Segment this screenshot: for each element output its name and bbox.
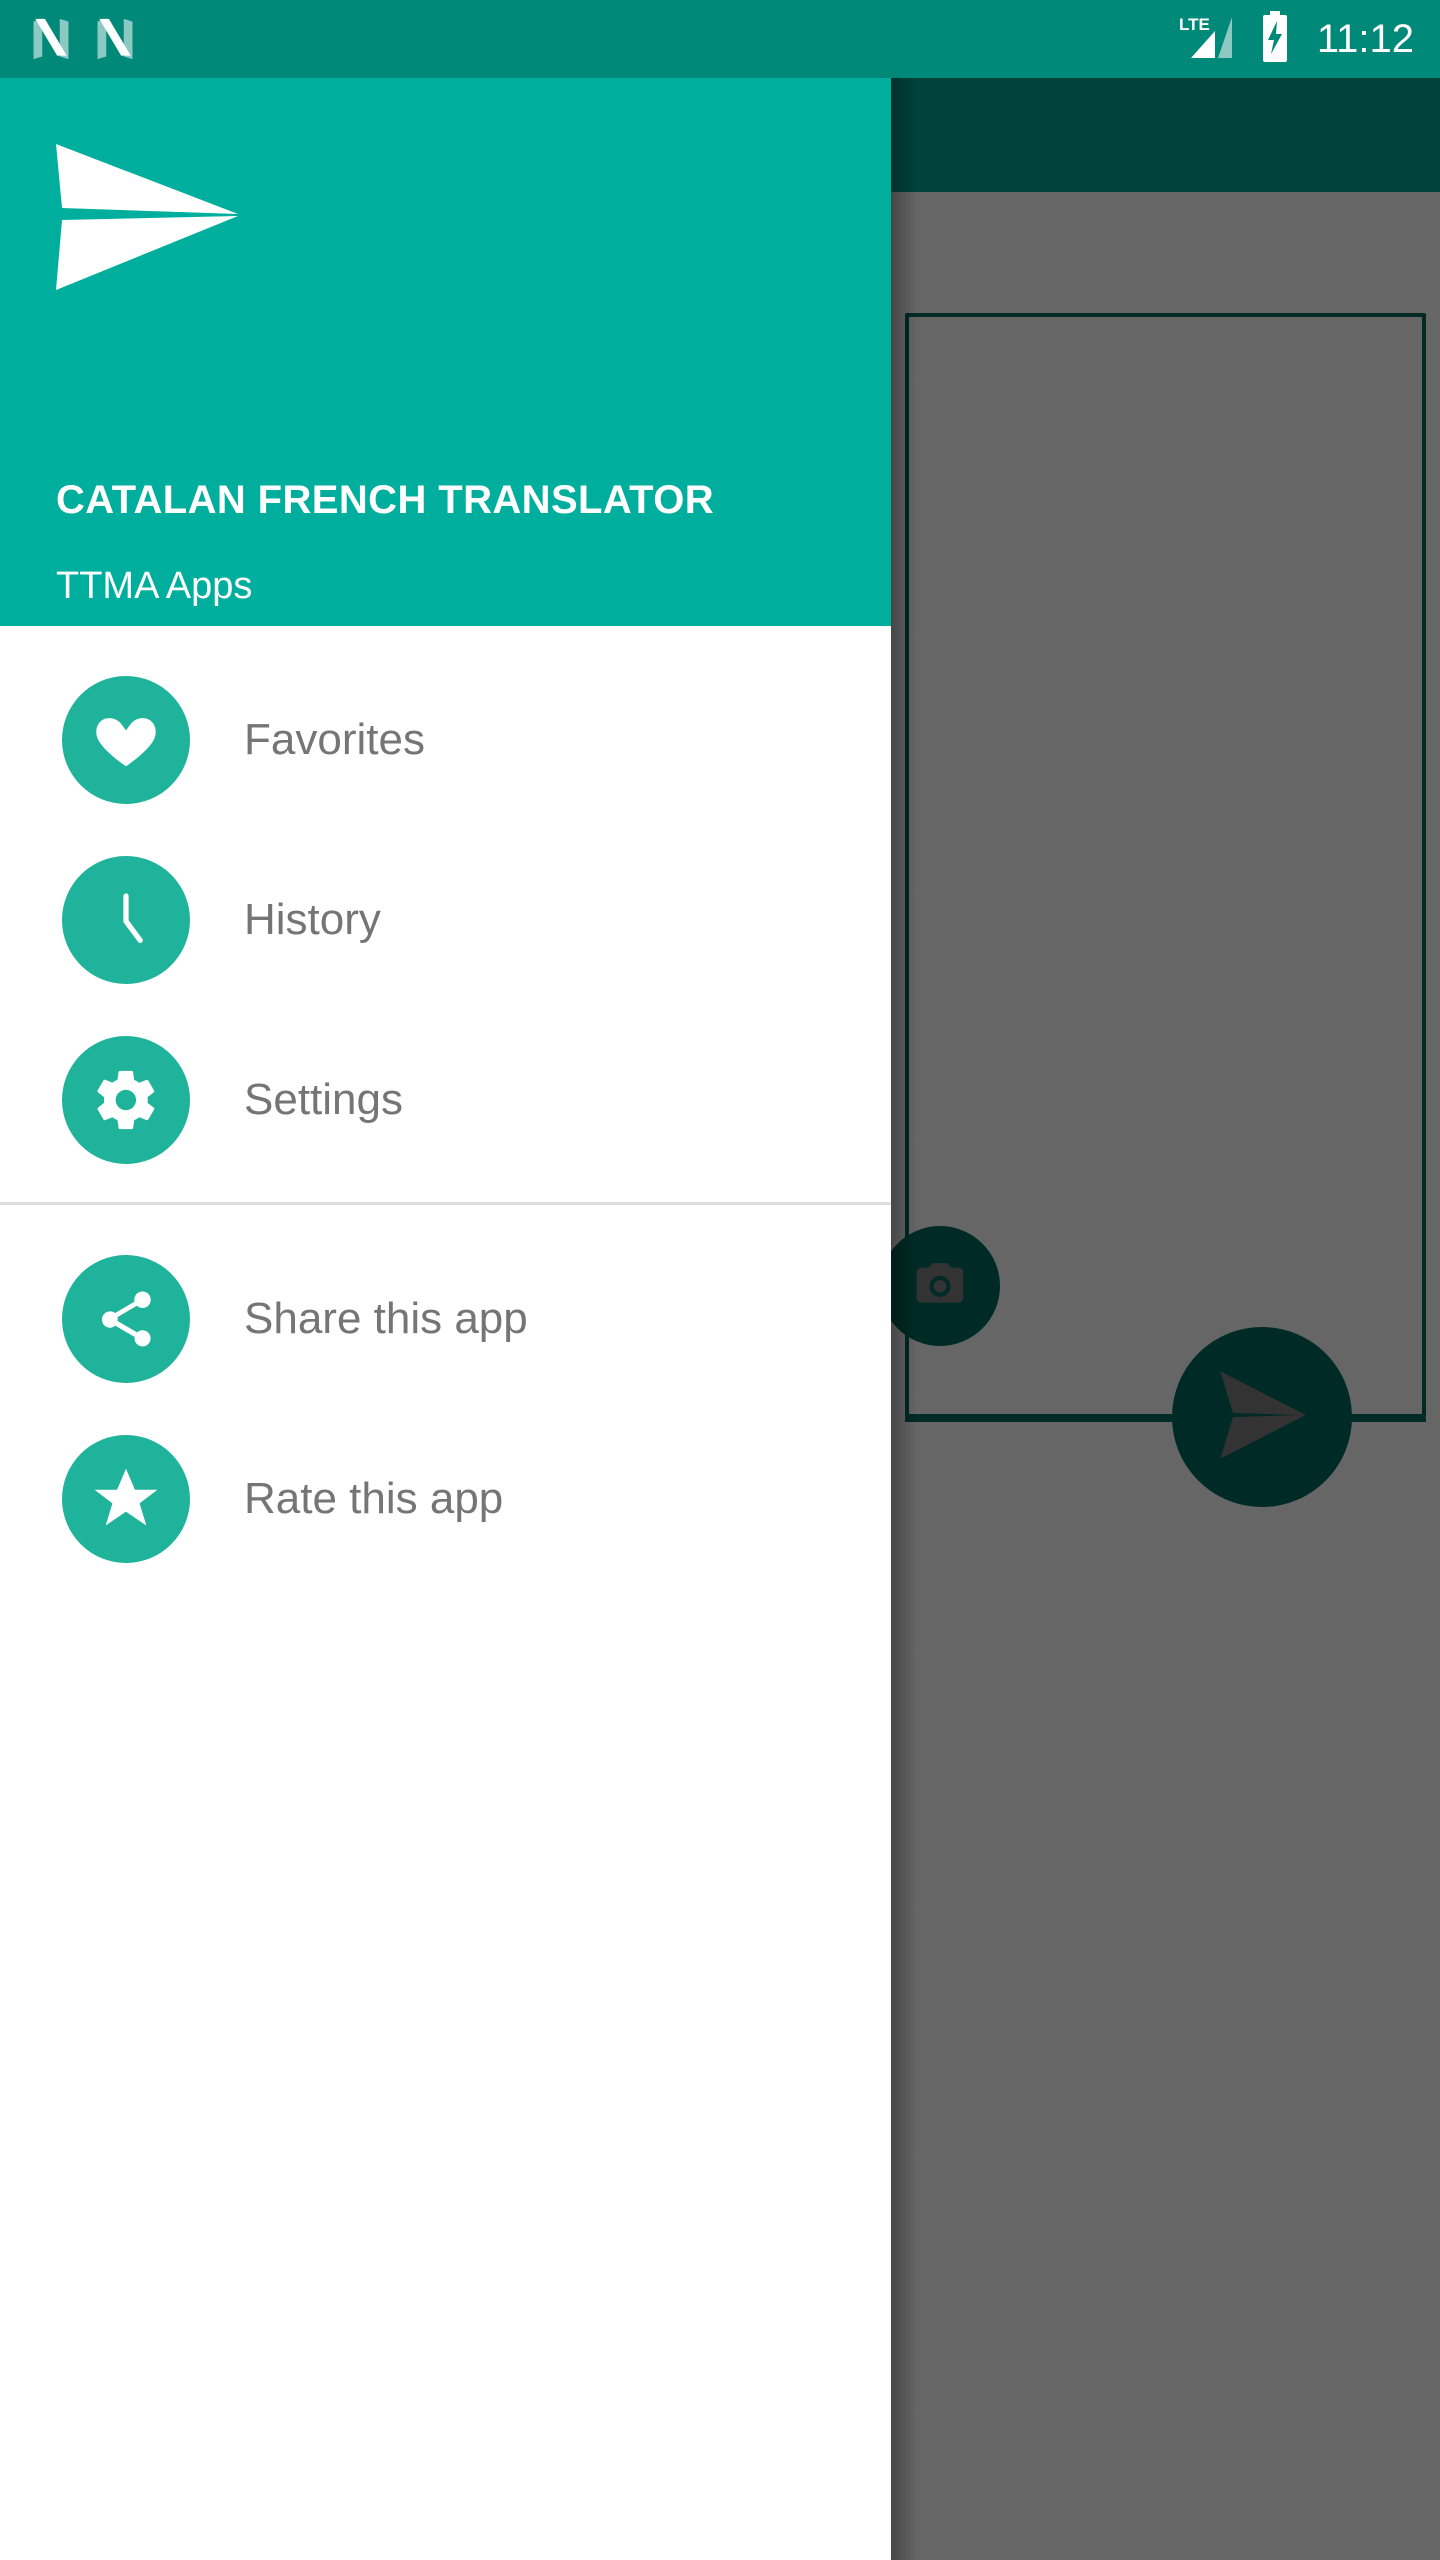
svg-text:LTE: LTE [1179, 15, 1210, 34]
send-icon [1210, 1367, 1314, 1468]
android-n-icon [94, 16, 136, 62]
sidebar-item-label: Share this app [244, 1294, 528, 1343]
drawer-header: CATALAN FRENCH TRANSLATOR TTMA Apps [0, 78, 891, 626]
sidebar-item-label: Rate this app [244, 1474, 504, 1523]
sidebar-item-label: Favorites [244, 715, 425, 764]
signal-bars-icon: LTE [1177, 11, 1237, 68]
paper-plane-send-icon [52, 142, 242, 292]
statusbar-clock: 11:12 [1316, 17, 1414, 61]
clock-icon [62, 856, 190, 984]
camera-icon [908, 1256, 972, 1317]
gear-icon [62, 1036, 190, 1164]
heart-icon [62, 676, 190, 804]
drawer-menu-group-primary: Favorites History Settings [0, 626, 891, 1190]
sidebar-item-history[interactable]: History [0, 830, 891, 1010]
star-icon [62, 1435, 190, 1563]
sidebar-item-label: History [244, 895, 381, 944]
sidebar-item-favorites[interactable]: Favorites [0, 650, 891, 830]
sidebar-item-rate-this-app[interactable]: Rate this app [0, 1409, 891, 1589]
sidebar-item-share-this-app[interactable]: Share this app [0, 1229, 891, 1409]
status-bar: LTE 11:12 [0, 0, 1440, 78]
battery-charging-icon [1259, 10, 1291, 69]
statusbar-system-area: LTE 11:12 [1177, 10, 1440, 69]
share-icon [62, 1255, 190, 1383]
drawer-app-title: CATALAN FRENCH TRANSLATOR [56, 478, 715, 522]
drawer-menu-group-secondary: Share this app Rate this app [0, 1205, 891, 1589]
navigation-drawer[interactable]: CATALAN FRENCH TRANSLATOR TTMA Apps Favo… [0, 78, 891, 2560]
translate-send-button[interactable] [1172, 1327, 1352, 1507]
camera-button[interactable] [880, 1226, 1000, 1346]
drawer-publisher-name: TTMA Apps [56, 565, 253, 607]
sidebar-item-settings[interactable]: Settings [0, 1010, 891, 1190]
sidebar-item-label: Settings [244, 1075, 403, 1124]
statusbar-notification-area [0, 16, 1177, 62]
android-n-icon [30, 16, 72, 62]
